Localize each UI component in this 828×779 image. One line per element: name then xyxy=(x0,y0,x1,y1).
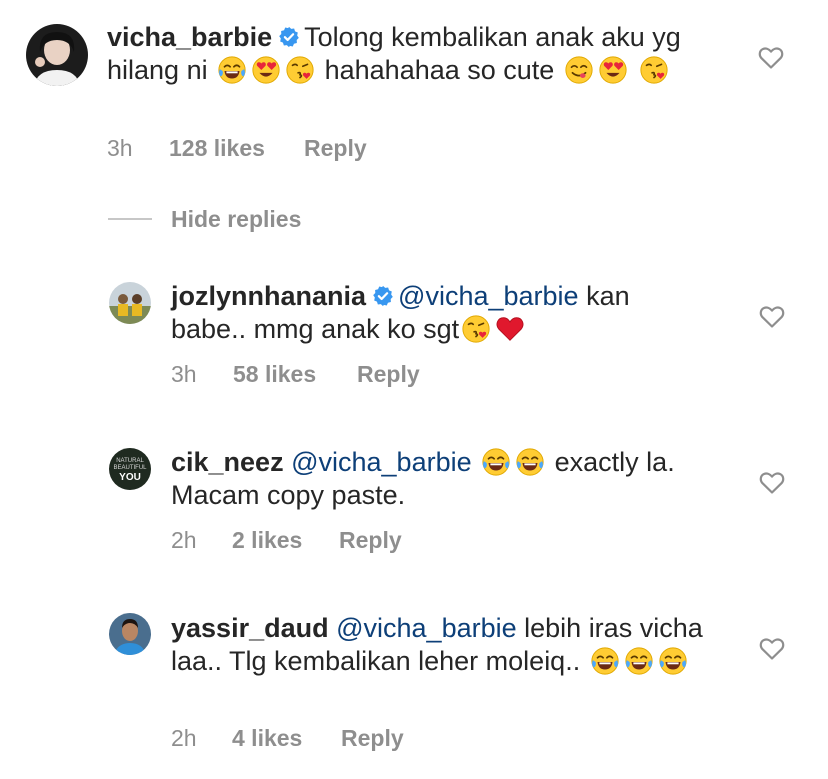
face-savoring-food-icon xyxy=(564,55,594,85)
face-blowing-a-kiss-icon xyxy=(461,314,491,344)
verified-badge-icon xyxy=(372,285,394,307)
timestamp: 3h xyxy=(171,361,197,387)
comment-text: vicha_barbie Tolong kembalikan anak aku y… xyxy=(107,21,747,87)
hide-replies-divider xyxy=(108,218,152,220)
likes-count[interactable]: 4 likes xyxy=(232,725,341,752)
comment-meta: 3h 128 likes Reply xyxy=(107,135,367,162)
comment-body-cont: babe.. mmg anak ko sgt xyxy=(171,314,460,344)
comment-meta: 2h 2 likes Reply xyxy=(171,527,402,554)
face-with-tears-of-joy-icon xyxy=(590,646,620,676)
smiling-face-with-heart-eyes-icon xyxy=(251,55,281,85)
reply-button[interactable]: Reply xyxy=(357,361,420,388)
mention-link[interactable]: @vicha_barbie xyxy=(336,613,517,643)
face-with-tears-of-joy-icon xyxy=(217,55,247,85)
avatar[interactable] xyxy=(109,282,151,324)
smiling-face-with-heart-eyes-icon xyxy=(598,55,628,85)
comment-body: kan xyxy=(586,281,630,311)
face-with-tears-of-joy-icon xyxy=(624,646,654,676)
likes-count[interactable]: 2 likes xyxy=(232,527,339,554)
avatar-text: YOU xyxy=(119,472,141,483)
timestamp: 2h xyxy=(171,725,197,751)
comment-body: exactly la. xyxy=(554,447,675,477)
likes-count[interactable]: 128 likes xyxy=(169,135,304,162)
face-with-tears-of-joy-icon xyxy=(515,447,545,477)
timestamp: 3h xyxy=(107,135,133,161)
username-link[interactable]: cik_neez xyxy=(171,447,284,477)
mention-link[interactable]: @vicha_barbie xyxy=(398,281,579,311)
timestamp: 2h xyxy=(171,527,197,553)
comment-body-cont: hahahahaa so cute xyxy=(324,55,555,85)
avatar-text: NATURAL xyxy=(116,458,144,464)
comment-body: lebih iras xyxy=(524,613,633,643)
heart-icon[interactable] xyxy=(758,46,784,70)
avatar[interactable] xyxy=(109,613,151,655)
mention-link[interactable]: @vicha_barbie xyxy=(291,447,472,477)
comment-text: yassir_daud @vicha_barbie lebih iras vic… xyxy=(171,612,731,678)
comment-body-cont: Macam copy paste. xyxy=(171,480,406,510)
comment-text: cik_neez @vicha_barbie exactly la. Macam… xyxy=(171,446,731,512)
face-blowing-a-kiss-icon xyxy=(639,55,669,85)
avatar[interactable]: NATURAL BEAUTIFUL YOU xyxy=(109,448,151,490)
red-heart-icon xyxy=(495,314,525,344)
username-link[interactable]: vicha_barbie xyxy=(107,22,272,52)
face-with-tears-of-joy-icon xyxy=(481,447,511,477)
heart-icon[interactable] xyxy=(759,305,785,329)
comment-meta: 3h 58 likes Reply xyxy=(171,361,420,388)
comment-text: jozlynnhanania @vicha_barbie kan babe.. m… xyxy=(171,280,711,346)
likes-count[interactable]: 58 likes xyxy=(233,361,357,388)
hide-replies-button[interactable]: Hide replies xyxy=(171,206,301,233)
face-blowing-a-kiss-icon xyxy=(285,55,315,85)
reply-button[interactable]: Reply xyxy=(339,527,402,554)
reply-button[interactable]: Reply xyxy=(304,135,367,162)
reply-button[interactable]: Reply xyxy=(341,725,404,752)
avatar[interactable] xyxy=(26,24,88,86)
username-link[interactable]: jozlynnhanania xyxy=(171,281,366,311)
heart-icon[interactable] xyxy=(759,471,785,495)
verified-badge-icon xyxy=(278,26,300,48)
username-link[interactable]: yassir_daud xyxy=(171,613,329,643)
avatar-text: BEAUTIFUL xyxy=(113,465,147,471)
face-with-tears-of-joy-icon xyxy=(658,646,688,676)
comment-meta: 2h 4 likes Reply xyxy=(171,725,404,752)
heart-icon[interactable] xyxy=(759,637,785,661)
